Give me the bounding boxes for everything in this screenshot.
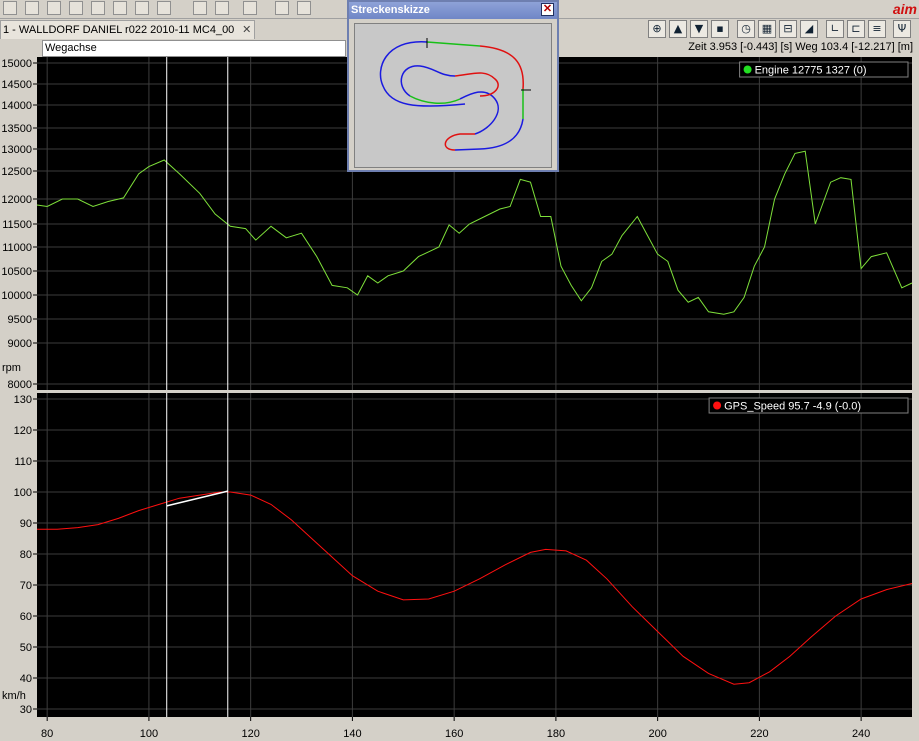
print-icon[interactable] (215, 1, 229, 15)
y-tick-label: 11500 (2, 219, 32, 231)
y-tick-label: 9000 (8, 338, 32, 350)
layout-l-icon[interactable]: ∟ (826, 20, 844, 38)
clock-icon[interactable]: ◷ (737, 20, 755, 38)
track-map-window[interactable]: Streckenskizze ✕ (347, 0, 559, 172)
lap-icon[interactable] (275, 1, 289, 15)
x-tick-label: 140 (343, 728, 361, 740)
close-icon[interactable]: ✕ (242, 21, 251, 39)
y-tick-label: 90 (20, 518, 32, 530)
report-icon[interactable] (297, 1, 311, 15)
chart-icon[interactable] (25, 1, 39, 15)
y-axis-label: km/h (2, 690, 26, 702)
y-tick-label: 9500 (8, 314, 32, 326)
x-tick-label: 160 (445, 728, 463, 740)
y-tick-label: 13000 (1, 144, 32, 156)
y-tick-label: 70 (20, 580, 32, 592)
legend-label: GPS_Speed 95.7 -4.9 (-0.0) (724, 401, 861, 413)
x-tick-label: 180 (547, 728, 565, 740)
y-tick-label: 110 (14, 456, 32, 468)
track-map-title[interactable]: Streckenskizze ✕ (349, 2, 557, 19)
y-tick-label: 10500 (1, 266, 32, 278)
color-icon[interactable]: ◢ (800, 20, 818, 38)
y-axis-label: rpm (2, 362, 21, 374)
y-tick-label: 15000 (1, 58, 32, 70)
map-icon[interactable] (135, 1, 149, 15)
axis-selector[interactable]: Wegachse (42, 40, 346, 57)
x-tick-label: 80 (41, 728, 53, 740)
x-tick-label: 120 (241, 728, 259, 740)
flag-icon[interactable]: ▪ (711, 20, 729, 38)
y-tick-label: 80 (20, 549, 32, 561)
y-tick-label: 14000 (1, 100, 32, 112)
y-tick-label: 12500 (1, 166, 32, 178)
y-tick-label: 14500 (1, 79, 32, 91)
y-tick-label: 10000 (1, 290, 32, 302)
tab-session[interactable]: 1 - WALLDORF DANIEL r022 2010-11 MC4_00 … (0, 20, 256, 39)
x-tick-label: 100 (140, 728, 158, 740)
y-tick-label: 130 (14, 394, 32, 406)
plot-area-speed[interactable] (37, 393, 912, 717)
legend-label: Engine 12775 1327 (0) (755, 65, 867, 77)
panel-divider[interactable] (0, 390, 919, 393)
cursor-status: Zeit 3.953 [-0.443] [s] Weg 103.4 [-12.2… (688, 41, 913, 53)
split-icon[interactable]: ⊟ (779, 20, 797, 38)
y-tick-label: 60 (20, 611, 32, 623)
grid-icon[interactable]: ▦ (758, 20, 776, 38)
cursor-icon[interactable] (91, 1, 105, 15)
track-map-svg (379, 38, 531, 151)
y-tick-label: 120 (14, 425, 32, 437)
y-tick-label: 50 (20, 642, 32, 654)
settings-icon[interactable]: Ψ (893, 20, 911, 38)
legend-marker (713, 401, 722, 410)
layout-m-icon[interactable]: ⊏ (847, 20, 865, 38)
layout-list-icon[interactable]: ≡ (868, 20, 886, 38)
gauge-icon[interactable] (47, 1, 61, 15)
track-map[interactable] (354, 23, 552, 168)
y-tick-label: 8000 (8, 379, 32, 391)
close-icon[interactable]: ✕ (541, 3, 554, 16)
brand-logo: aim (892, 1, 917, 17)
y-tick-label: 40 (20, 673, 32, 685)
zoom-down-icon[interactable]: ▼ (690, 20, 708, 38)
open-file-icon[interactable] (3, 1, 17, 15)
y-tick-label: 13500 (1, 123, 32, 135)
track-map-title-text: Streckenskizze (351, 4, 430, 16)
x-tick-label: 200 (648, 728, 666, 740)
x-tick-label: 220 (750, 728, 768, 740)
measure-icon[interactable] (113, 1, 127, 15)
y-tick-label: 12000 (1, 194, 32, 206)
y-tick-label: 100 (14, 487, 32, 499)
zoom-up-icon[interactable]: ▲ (669, 20, 687, 38)
graph-toolbar: ⊕ ▲ ▼ ▪ ◷ ▦ ⊟ ◢ ∟ ⊏ ≡ Ψ (648, 20, 919, 38)
tools-icon[interactable] (69, 1, 83, 15)
legend-marker (743, 65, 752, 74)
copy-icon[interactable] (193, 1, 207, 15)
zoom-icon[interactable]: ⊕ (648, 20, 666, 38)
x-tick-label: 240 (852, 728, 870, 740)
formula-icon[interactable] (243, 1, 257, 15)
y-tick-label: 11000 (2, 242, 32, 254)
y-tick-label: 30 (20, 704, 32, 716)
tab-label: 1 - WALLDORF DANIEL r022 2010-11 MC4_00 (3, 24, 235, 36)
refresh-icon[interactable] (157, 1, 171, 15)
